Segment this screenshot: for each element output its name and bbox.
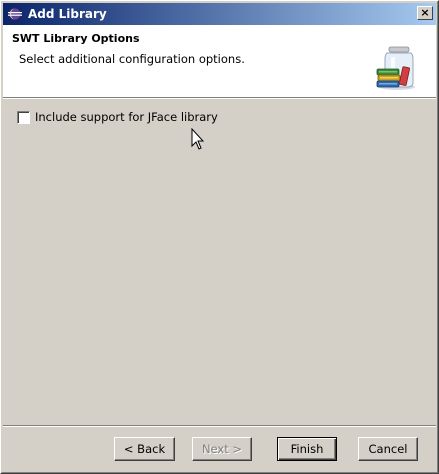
add-library-dialog: Add Library × SWT Library Options Select… xyxy=(0,0,439,474)
title-bar[interactable]: Add Library × xyxy=(3,3,436,25)
close-button[interactable]: × xyxy=(417,6,433,20)
jface-checkbox[interactable] xyxy=(17,110,30,124)
mouse-cursor-icon xyxy=(191,128,205,150)
library-jar-icon xyxy=(376,46,415,90)
page-title: SWT Library Options xyxy=(12,32,140,45)
finish-button[interactable]: Finish xyxy=(277,437,337,461)
footer-separator-highlight xyxy=(3,426,436,427)
jface-checkbox-label[interactable]: Include support for JFace library xyxy=(35,110,218,124)
back-button[interactable]: < Back xyxy=(114,437,175,461)
window-title: Add Library xyxy=(28,7,107,21)
header-separator-highlight xyxy=(3,98,436,99)
wizard-header: SWT Library Options Select additional co… xyxy=(3,25,436,97)
eclipse-icon xyxy=(8,7,22,21)
next-button[interactable]: Next > xyxy=(192,437,252,461)
cancel-button[interactable]: Cancel xyxy=(358,437,418,461)
close-icon: × xyxy=(420,6,430,19)
page-description: Select additional configuration options. xyxy=(19,52,245,66)
jface-option[interactable]: Include support for JFace library xyxy=(17,110,218,124)
